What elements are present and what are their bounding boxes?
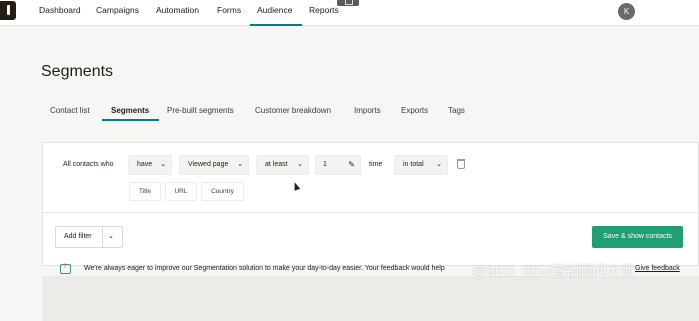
page-title: Segments <box>41 63 114 80</box>
tab-tags[interactable]: Tags <box>448 106 465 115</box>
nav-active-indicator <box>250 24 302 26</box>
tab-pre-built-segments[interactable]: Pre-built segments <box>167 106 234 115</box>
period-select-value: in total <box>403 161 424 168</box>
trash-icon[interactable] <box>457 159 465 169</box>
action-select-value: Viewed page <box>188 161 229 168</box>
add-filter-button[interactable]: Add filter ⌄ <box>55 226 123 248</box>
filter-prefix-label: All contacts who <box>63 161 114 168</box>
nav-reports[interactable]: Reports <box>309 5 339 15</box>
add-filter-label: Add filter <box>64 233 92 240</box>
tab-contact-list[interactable]: Contact list <box>50 106 90 115</box>
nav-forms[interactable]: Forms <box>217 5 241 15</box>
comparator-select[interactable]: at least ⌄ <box>256 155 309 175</box>
tab-customer-breakdown[interactable]: Customer breakdown <box>255 106 331 115</box>
tab-exports[interactable]: Exports <box>401 106 428 115</box>
chevron-down-icon: ⌄ <box>297 161 303 168</box>
split-divider <box>102 227 103 247</box>
unit-label: time <box>369 161 383 168</box>
top-navigation: Dashboard Campaigns Automation Forms Aud… <box>0 0 699 26</box>
avatar[interactable]: K <box>618 3 635 20</box>
nav-campaigns[interactable]: Campaigns <box>96 5 139 15</box>
notification-tab[interactable] <box>337 0 359 6</box>
tab-segments[interactable]: Segments <box>111 106 149 115</box>
card-divider <box>42 212 699 213</box>
save-show-contacts-button[interactable]: Save & show contacts <box>592 226 683 248</box>
nav-audience[interactable]: Audience <box>257 5 292 15</box>
count-input[interactable]: 1 ✎ <box>315 155 361 175</box>
chevron-down-icon[interactable]: ⌄ <box>108 227 114 247</box>
give-feedback-link[interactable]: Give feedback <box>635 265 680 272</box>
chevron-down-icon: ⌄ <box>160 161 166 168</box>
feedback-text: We're always eager to improve our Segmen… <box>84 265 445 272</box>
chevron-down-icon: ⌄ <box>237 161 243 168</box>
condition-select-value: have <box>137 161 153 168</box>
pencil-icon[interactable]: ✎ <box>348 156 355 174</box>
app-logo[interactable] <box>0 1 16 20</box>
chip-title[interactable]: Title <box>129 182 161 201</box>
count-input-value: 1 <box>323 161 327 168</box>
chip-country[interactable]: Country <box>201 182 244 201</box>
watermark-text: @SEO_SEM营销顾问大师 <box>472 263 634 279</box>
chip-url[interactable]: URL <box>165 182 197 201</box>
nav-automation[interactable]: Automation <box>156 5 199 15</box>
chevron-down-icon: ⌄ <box>436 161 442 168</box>
comparator-select-value: at least <box>265 161 288 168</box>
tab-imports[interactable]: Imports <box>354 106 381 115</box>
period-select[interactable]: in total ⌄ <box>394 155 448 175</box>
feedback-icon <box>60 263 71 274</box>
nav-dashboard[interactable]: Dashboard <box>39 5 81 15</box>
action-select[interactable]: Viewed page ⌄ <box>179 155 249 175</box>
condition-select[interactable]: have ⌄ <box>128 155 172 175</box>
feedback-banner <box>42 276 699 321</box>
tab-active-indicator <box>102 119 159 121</box>
